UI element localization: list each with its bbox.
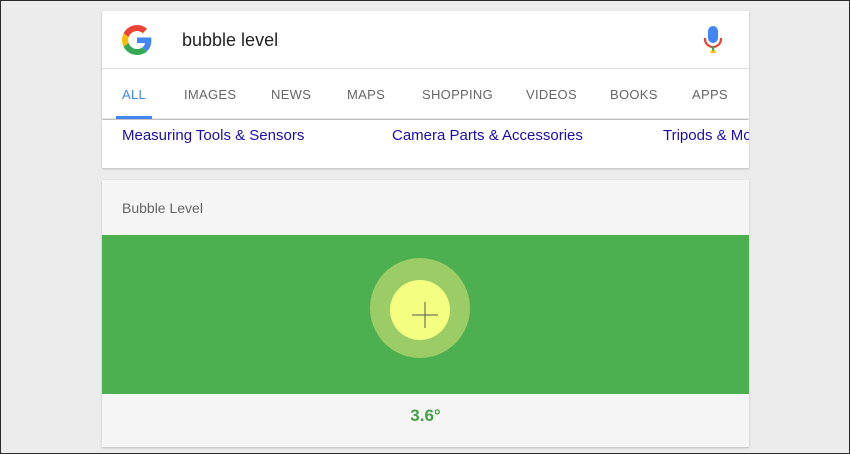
tab-books[interactable]: BOOKS [610,69,658,119]
card-title: Bubble Level [122,200,203,216]
tab-shopping[interactable]: SHOPPING [422,69,493,119]
bubble-level-card: Bubble Level 3.6° [102,180,749,447]
tab-images[interactable]: IMAGES [184,69,236,119]
tab-all[interactable]: ALL [115,69,153,119]
search-tabs: ALL IMAGES NEWS MAPS SHOPPING VIDEOS BOO… [102,69,749,119]
search-bar[interactable]: bubble level [102,11,749,69]
chip-tripods[interactable]: Tripods & Mo [663,127,749,144]
microphone-icon[interactable] [702,25,724,55]
tab-news[interactable]: NEWS [271,69,311,119]
angle-readout: 3.6° [410,406,441,425]
search-card: bubble level ALL IMAGES NEWS MAPS SHOPPI… [102,11,749,119]
tab-maps[interactable]: MAPS [347,69,385,119]
tab-videos[interactable]: VIDEOS [526,69,577,119]
chip-camera-parts[interactable]: Camera Parts & Accessories [392,127,583,144]
google-g-icon[interactable] [122,25,152,55]
tab-apps[interactable]: APPS [692,69,728,119]
chip-measuring-tools[interactable]: Measuring Tools & Sensors [122,127,304,144]
crosshair-icon [412,302,438,328]
search-input[interactable]: bubble level [182,30,278,51]
related-categories: Measuring Tools & Sensors Camera Parts &… [102,120,749,168]
